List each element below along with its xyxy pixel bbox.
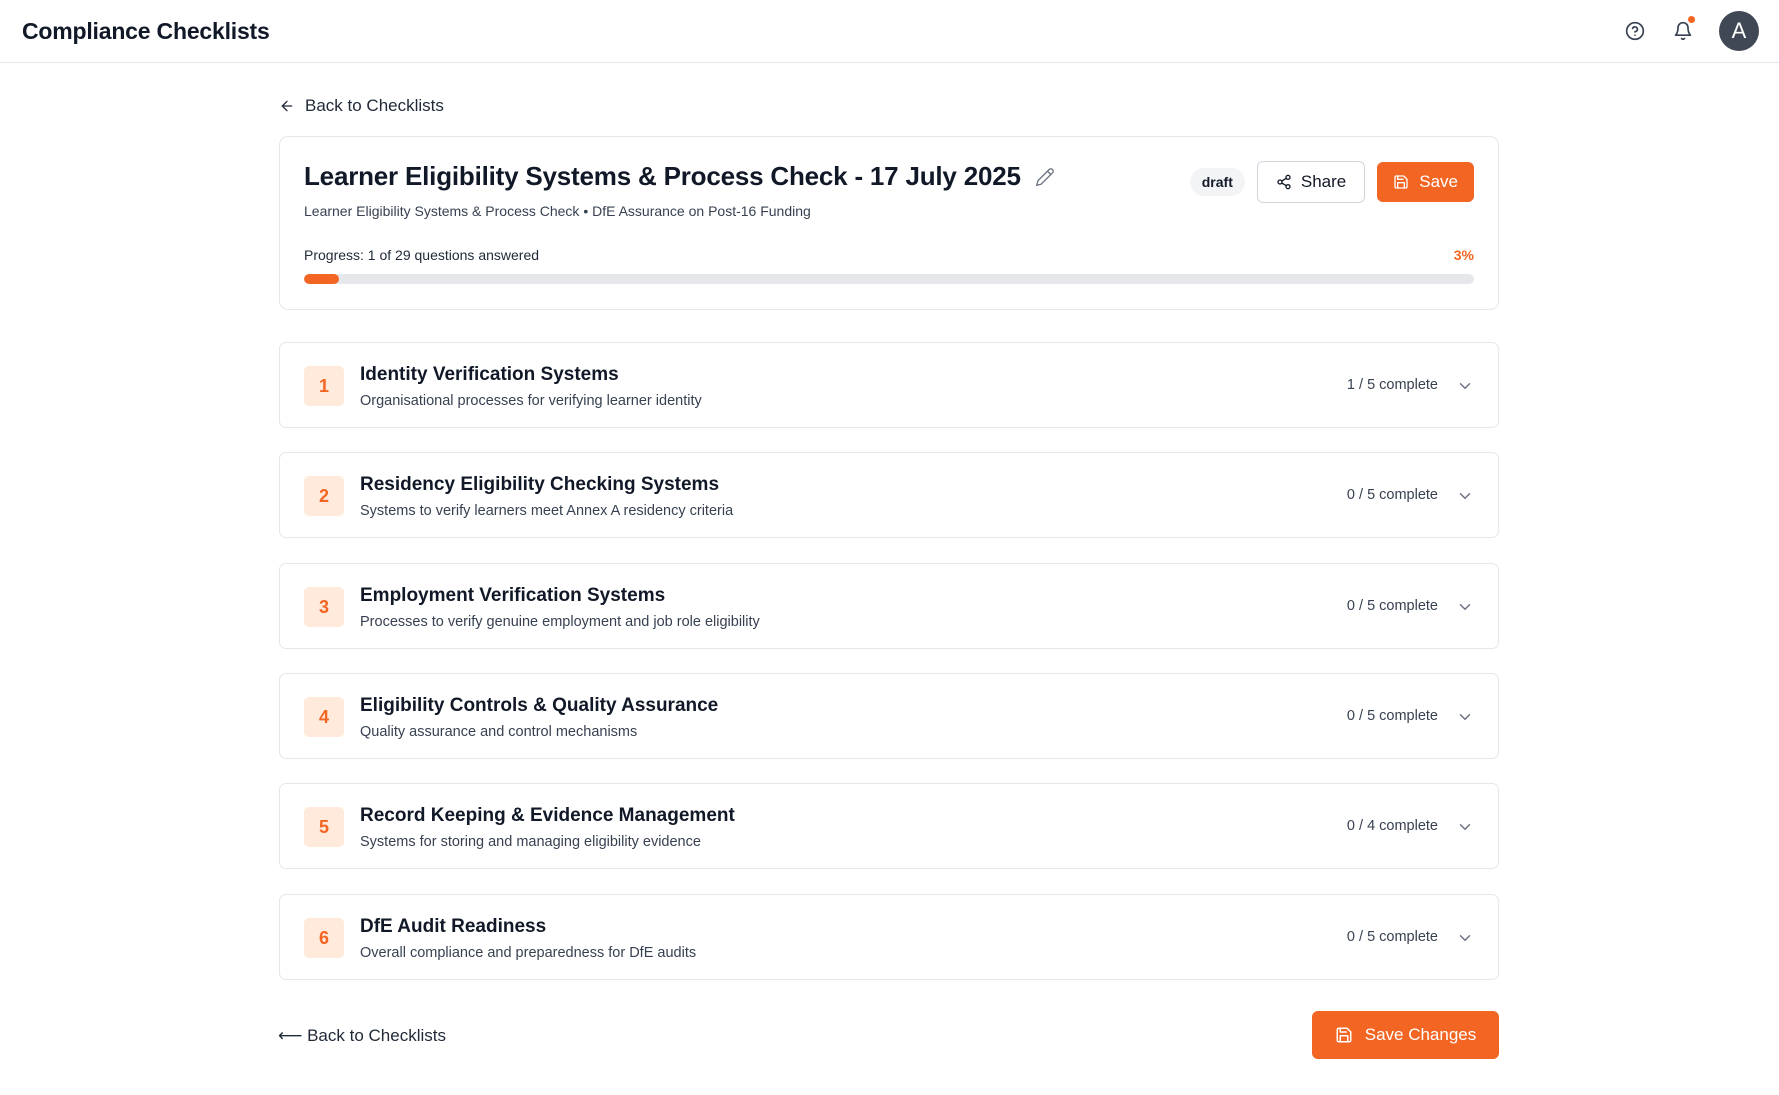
back-link-label: Back to Checklists	[305, 96, 444, 115]
section-title: Employment Verification Systems	[360, 585, 666, 606]
section-description: Systems to verify learners meet Annex A …	[360, 503, 734, 519]
section-completion-count: 1 / 5 complete	[1346, 377, 1438, 393]
title-row: Learner Eligibility Systems & Process Ch…	[304, 161, 1055, 192]
section-completion-count: 0 / 5 complete	[1346, 708, 1438, 724]
share-button-label: Share	[1300, 172, 1347, 191]
top-bar-actions: A	[1611, 10, 1759, 52]
save-icon	[1394, 175, 1408, 189]
section-card-6[interactable]: 6 DfE Audit Readiness Overall compliance…	[279, 894, 1499, 980]
progress-bar-fill	[304, 274, 340, 284]
notifications-button[interactable]	[1659, 10, 1707, 52]
section-card-1[interactable]: 1 Identity Verification Systems Organisa…	[279, 342, 1499, 428]
section-title: Eligibility Controls & Quality Assurance	[360, 695, 719, 716]
section-title: Record Keeping & Evidence Management	[360, 805, 735, 826]
section-description: Systems for storing and managing eligibi…	[360, 834, 701, 850]
checklist-header-card: Learner Eligibility Systems & Process Ch…	[279, 136, 1499, 310]
save-changes-label: Save Changes	[1364, 1025, 1477, 1044]
section-description: Overall compliance and preparedness for …	[360, 945, 697, 961]
help-button[interactable]	[1611, 10, 1659, 52]
progress-bar	[304, 274, 1474, 284]
share-button[interactable]: Share	[1256, 161, 1366, 203]
avatar[interactable]: A	[1719, 11, 1759, 51]
save-icon	[1336, 1027, 1352, 1043]
edit-pencil-icon[interactable]	[1035, 167, 1055, 187]
notification-dot	[1688, 16, 1695, 23]
section-completion-count: 0 / 5 complete	[1346, 487, 1438, 503]
bell-icon	[1674, 21, 1692, 41]
back-to-checklists-link[interactable]: Back to Checklists	[279, 96, 444, 116]
section-description: Quality assurance and control mechanisms	[360, 724, 638, 740]
chevron-down-icon[interactable]	[1456, 818, 1474, 836]
page-title: Learner Eligibility Systems & Process Ch…	[304, 161, 1021, 191]
progress-percent: 3%	[1453, 247, 1474, 263]
header-actions: draft Share Save	[1189, 161, 1474, 203]
section-card-3[interactable]: 3 Employment Verification Systems Proces…	[279, 563, 1499, 649]
help-circle-icon	[1625, 21, 1645, 41]
share-icon	[1277, 174, 1291, 190]
footer-back-to-checklists-link[interactable]: ⟵ Back to Checklists	[278, 1026, 446, 1046]
section-number: 2	[304, 476, 344, 516]
app-title: Compliance Checklists	[22, 18, 270, 44]
save-changes-button[interactable]: Save Changes	[1312, 1011, 1499, 1059]
chevron-down-icon[interactable]	[1456, 487, 1474, 505]
chevron-down-icon[interactable]	[1456, 377, 1474, 395]
section-card-4[interactable]: 4 Eligibility Controls & Quality Assuran…	[279, 673, 1499, 759]
section-number: 6	[304, 918, 344, 958]
save-button[interactable]: Save	[1377, 162, 1474, 202]
section-number: 5	[304, 807, 344, 847]
section-completion-count: 0 / 5 complete	[1346, 929, 1438, 945]
section-completion-count: 0 / 4 complete	[1346, 818, 1438, 834]
page-subtitle: Learner Eligibility Systems & Process Ch…	[304, 203, 811, 219]
chevron-down-icon[interactable]	[1456, 598, 1474, 616]
section-title: Identity Verification Systems	[360, 364, 619, 385]
chevron-down-icon[interactable]	[1456, 929, 1474, 947]
section-number: 3	[304, 587, 344, 627]
section-card-5[interactable]: 5 Record Keeping & Evidence Management S…	[279, 783, 1499, 869]
section-card-2[interactable]: 2 Residency Eligibility Checking Systems…	[279, 452, 1499, 538]
section-title: Residency Eligibility Checking Systems	[360, 474, 720, 495]
section-description: Processes to verify genuine employment a…	[360, 614, 760, 630]
section-description: Organisational processes for verifying l…	[360, 393, 702, 409]
chevron-down-icon[interactable]	[1456, 708, 1474, 726]
save-button-label: Save	[1419, 172, 1458, 191]
section-title: DfE Audit Readiness	[360, 916, 547, 937]
section-completion-count: 0 / 5 complete	[1346, 598, 1438, 614]
top-bar: Compliance Checklists A	[0, 0, 1779, 63]
status-badge: draft	[1189, 168, 1245, 196]
arrow-left-icon	[281, 100, 293, 112]
section-number: 1	[304, 366, 344, 406]
progress-label: Progress: 1 of 29 questions answered	[304, 247, 540, 263]
section-number: 4	[304, 697, 344, 737]
